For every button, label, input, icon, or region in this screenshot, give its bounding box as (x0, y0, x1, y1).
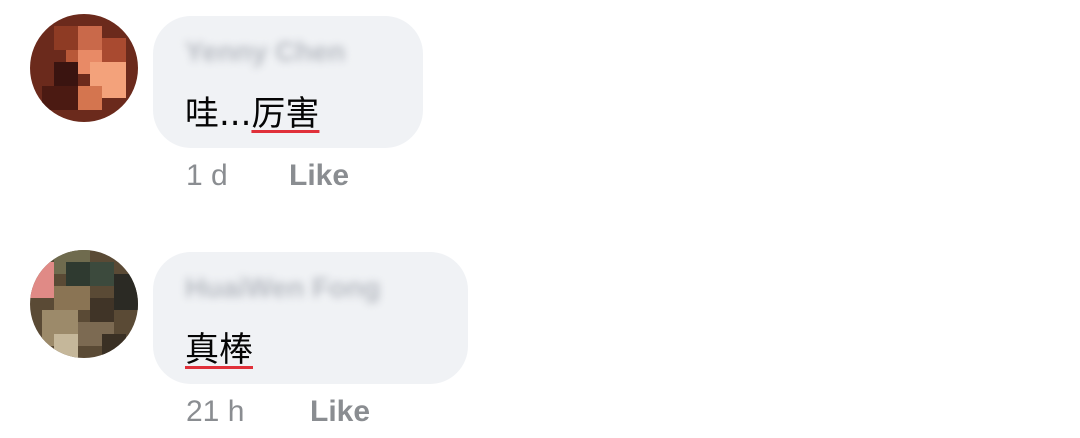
comment-author[interactable]: HuaiWen Fong (185, 272, 380, 304)
comment-bubble: HuaiWen Fong 真棒 (153, 252, 468, 384)
avatar[interactable] (30, 250, 138, 358)
like-button[interactable]: Like (310, 395, 370, 429)
comment-text: 真棒 (185, 322, 253, 371)
misspelled-word[interactable]: 真棒 (185, 330, 253, 370)
comment-timestamp[interactable]: 21 h (186, 395, 244, 429)
comment-item: HuaiWen Fong 真棒 21 h Like (0, 0, 1080, 438)
